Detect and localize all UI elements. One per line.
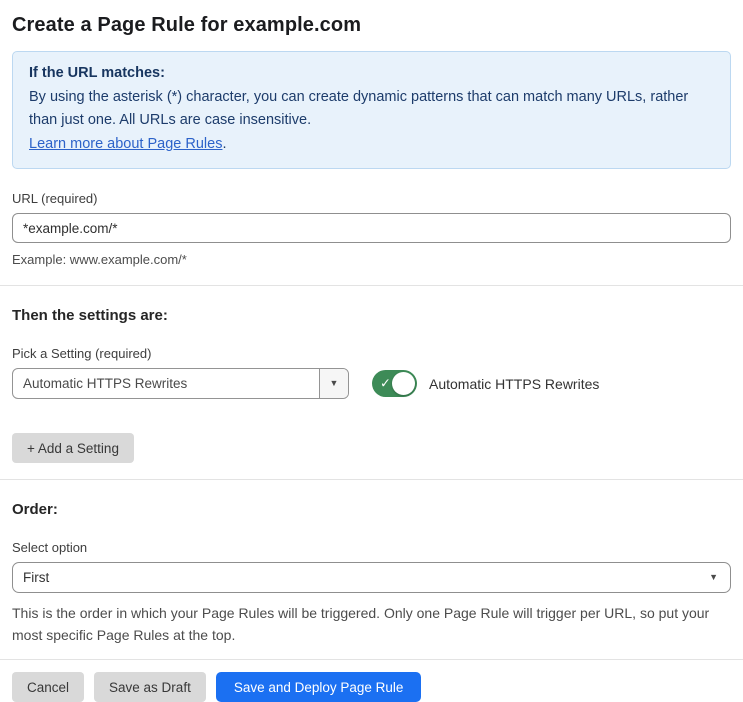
order-helper-text: This is the order in which your Page Rul… bbox=[12, 605, 710, 643]
check-icon: ✓ bbox=[380, 374, 391, 390]
setting-picker-row: Automatic HTTPS Rewrites ▼ ✓ Automatic H… bbox=[12, 368, 731, 399]
setting-select[interactable]: Automatic HTTPS Rewrites ▼ bbox=[12, 368, 349, 399]
url-helper-text: Example: www.example.com/* bbox=[12, 252, 187, 267]
footer-actions: Cancel Save as Draft Save and Deploy Pag… bbox=[12, 672, 731, 702]
url-field-label: URL (required) bbox=[12, 191, 98, 206]
page-title: Create a Page Rule for example.com bbox=[12, 14, 362, 36]
divider bbox=[0, 285, 743, 286]
setting-select-caret-button[interactable]: ▼ bbox=[319, 369, 348, 398]
info-box-heading: If the URL matches: bbox=[29, 65, 165, 81]
chevron-down-icon: ▼ bbox=[709, 572, 718, 582]
link-suffix: . bbox=[222, 135, 227, 152]
order-select-value: First bbox=[23, 570, 50, 585]
create-page-rule-form: Create a Page Rule for example.com If th… bbox=[0, 14, 743, 702]
url-match-info-box: If the URL matches: By using the asteris… bbox=[12, 51, 731, 169]
add-setting-button[interactable]: + Add a Setting bbox=[12, 433, 134, 463]
url-input[interactable] bbox=[12, 213, 731, 243]
setting-toggle-label: Automatic HTTPS Rewrites bbox=[429, 375, 600, 392]
order-section-heading: Order: bbox=[12, 501, 58, 518]
save-as-draft-button[interactable]: Save as Draft bbox=[94, 672, 206, 702]
chevron-down-icon: ▼ bbox=[329, 378, 339, 388]
toggle-knob bbox=[392, 372, 415, 395]
save-and-deploy-button[interactable]: Save and Deploy Page Rule bbox=[215, 672, 422, 702]
order-select[interactable]: First ▼ bbox=[12, 562, 731, 593]
divider bbox=[0, 659, 743, 660]
setting-select-value: Automatic HTTPS Rewrites bbox=[23, 376, 188, 391]
setting-toggle[interactable]: ✓ bbox=[372, 370, 417, 397]
order-select-label: Select option bbox=[12, 540, 88, 555]
divider bbox=[0, 479, 743, 480]
settings-section-heading: Then the settings are: bbox=[12, 307, 168, 324]
pick-setting-label: Pick a Setting (required) bbox=[12, 346, 152, 361]
cancel-button[interactable]: Cancel bbox=[12, 672, 85, 702]
info-box-link-line: Learn more about Page Rules. bbox=[29, 133, 714, 157]
info-box-body: By using the asterisk (*) character, you… bbox=[29, 88, 689, 129]
learn-more-link[interactable]: Learn more about Page Rules bbox=[29, 136, 222, 152]
